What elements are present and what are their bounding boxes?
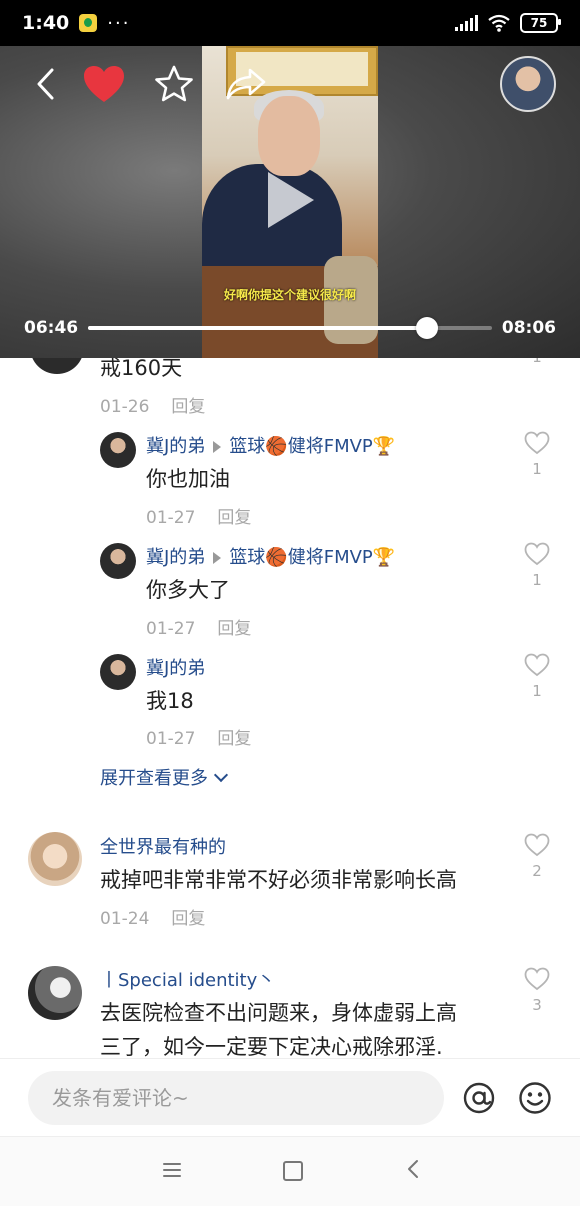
video-player[interactable]: 好啊你提这个建议很好啊 06:46 08:06 [0,46,580,358]
share-icon[interactable] [224,66,268,102]
like-count: 1 [524,358,550,366]
comment-meta: 01-27 回复 [146,503,251,528]
comment-username[interactable]: 全世界最有种的 [100,833,226,859]
avatar[interactable] [28,832,82,886]
avatar[interactable] [100,654,136,690]
app-notification-icon [79,14,98,32]
comment-text: 我18 [146,689,194,713]
status-time: 1:40 [22,12,70,34]
progress-thumb[interactable] [416,317,439,339]
home-icon[interactable] [283,1161,303,1181]
current-time: 06:46 [24,318,79,338]
avatar[interactable] [28,966,82,1020]
reply-button[interactable]: 回复 [171,397,205,417]
total-time: 08:06 [501,318,556,338]
comment-date: 01-26 [100,397,150,417]
like-count: 1 [532,460,542,478]
like-icon[interactable] [524,431,550,455]
reply-button[interactable]: 回复 [171,909,205,929]
comment-meta: 01-24 回复 [100,904,205,929]
emoji-icon[interactable] [518,1081,552,1115]
comment-input-bar: 发条有爱评论~ [0,1058,580,1137]
battery-icon: 75 [520,13,561,33]
status-bar: 1:40 ··· 75 [0,0,580,46]
back-arrow-icon[interactable] [30,66,66,102]
wifi-icon [488,14,510,32]
play-icon[interactable] [268,172,314,228]
signal-icon [455,15,478,31]
battery-level: 75 [530,16,548,30]
video-subtitle: 好啊你提这个建议很好啊 [223,288,356,302]
comment-date: 01-27 [146,729,196,749]
comment-username[interactable]: 丨Special identity丶 [100,966,275,992]
avatar[interactable] [30,358,84,374]
comment-input[interactable]: 发条有爱评论~ [28,1071,444,1125]
comment-list[interactable]: 戒160天 1 01-26 回复 冀J的弟篮球🏀健将FMVP🏆 你也加油 1 01… [0,358,580,1058]
comment-meta: 01-26 回复 [100,392,205,417]
like-count: 3 [532,996,542,1014]
comment-username[interactable]: 冀J的弟 篮球🏀健将FMVP🏆 [146,543,395,569]
like-count: 1 [532,571,542,589]
reply-button[interactable]: 回复 [217,619,251,639]
avatar[interactable] [100,432,136,468]
progress-bar[interactable] [88,317,492,339]
like-icon[interactable] [524,967,550,991]
like-count: 2 [532,862,542,880]
star-icon[interactable] [154,64,194,104]
expand-more-button[interactable]: 展开查看更多 [100,764,229,790]
comment-date: 01-27 [146,508,196,528]
more-notifications-icon: ··· [107,12,131,34]
comment-date: 01-27 [146,619,196,639]
comment-text: 戒掉吧非常非常不好必须非常影响长高 [100,868,457,892]
reply-arrow-icon [213,440,222,453]
system-nav-bar [0,1136,580,1206]
comment-text: 去医院检查不出问题来，身体虚弱上高 [100,1001,457,1025]
heart-icon[interactable] [82,64,126,104]
like-icon[interactable] [524,653,550,677]
back-icon[interactable] [406,1159,420,1179]
author-avatar[interactable] [500,56,556,112]
comment-text: 戒160天 [100,358,183,380]
like-icon[interactable] [524,542,550,566]
comment-text: 你多大了 [146,578,230,602]
comment-text: 你也加油 [146,467,230,491]
reply-button[interactable]: 回复 [217,508,251,528]
like-icon[interactable] [524,833,550,857]
like-count: 1 [532,682,542,700]
menu-icon[interactable] [162,1161,182,1179]
avatar[interactable] [100,543,136,579]
comment-text: 三了，如今一定要下定决心戒除邪淫. [100,1035,443,1058]
comment-date: 01-24 [100,909,150,929]
comment-meta: 01-27 回复 [146,724,251,749]
chevron-down-icon [213,767,229,783]
comment-username[interactable]: 冀J的弟 篮球🏀健将FMVP🏆 [146,432,395,458]
reply-button[interactable]: 回复 [217,729,251,749]
comment-username[interactable]: 冀J的弟 [146,654,205,680]
reply-arrow-icon [213,551,222,564]
progress-fill [88,326,428,330]
at-mention-icon[interactable] [462,1081,496,1115]
comment-meta: 01-27 回复 [146,614,251,639]
